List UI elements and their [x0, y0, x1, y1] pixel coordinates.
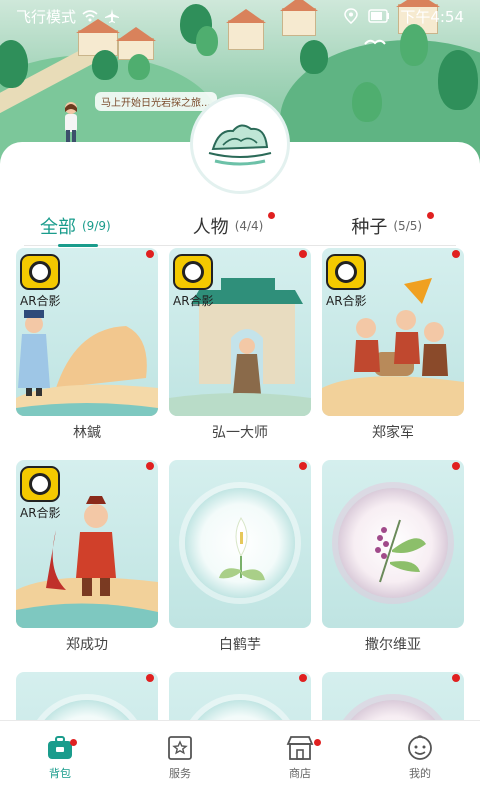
card-title: 林鍼: [73, 425, 101, 441]
card-plant[interactable]: [16, 672, 158, 720]
nav-backpack[interactable]: 背包: [0, 721, 120, 800]
category-tabs: 全部 (9/9) 人物 (4/4) 种子 (5/5): [24, 206, 456, 247]
nav-shop[interactable]: 商店: [240, 721, 360, 800]
nav-service[interactable]: 服务: [120, 721, 240, 800]
ar-photo-badge[interactable]: AR合影: [173, 254, 214, 309]
tab-seeds[interactable]: 种子 (5/5): [351, 206, 435, 246]
tree: [0, 40, 28, 88]
tab-count: (4/4): [234, 218, 264, 233]
ar-photo-badge[interactable]: AR合影: [326, 254, 367, 309]
tab-count: (5/5): [393, 218, 423, 233]
new-badge-dot: [268, 211, 276, 219]
tree: [300, 40, 328, 74]
camera-icon: [20, 466, 61, 502]
tree: [128, 54, 150, 80]
tab-label: 种子: [351, 216, 388, 238]
app-logo-badge: [190, 94, 290, 194]
wifi-icon: [82, 10, 98, 22]
ar-photo-badge[interactable]: AR合影: [20, 466, 61, 521]
tab-label: 人物: [192, 216, 229, 238]
status-bar: 飞行模式 下午4:54: [0, 0, 480, 32]
plant-glow: [338, 700, 448, 720]
salvia-illustration: [375, 519, 426, 583]
tree: [352, 82, 382, 122]
card-zheng-army[interactable]: AR合影: [322, 248, 464, 416]
card-lin-zhen[interactable]: AR合影: [16, 248, 158, 416]
new-badge-dot: [299, 674, 307, 682]
new-badge-dot: [146, 674, 154, 682]
card-title: 白鹤芋: [219, 637, 261, 653]
card-title: 郑家军: [372, 425, 414, 441]
new-badge-dot: [314, 739, 321, 746]
nav-label: 商店: [289, 767, 311, 780]
shop-icon: [286, 736, 314, 760]
card-plant[interactable]: [169, 672, 311, 720]
card-peace-lily[interactable]: [169, 460, 311, 628]
plant-glow: [32, 700, 142, 720]
tree: [92, 50, 118, 80]
service-icon: [168, 736, 192, 760]
card-title: 撒尔维亚: [365, 637, 421, 653]
new-badge-dot: [452, 462, 460, 470]
peace-lily-illustration: [219, 517, 265, 581]
nav-label: 背包: [49, 767, 71, 780]
card-zheng-chenggong[interactable]: AR合影: [16, 460, 158, 628]
card-plant[interactable]: [322, 672, 464, 720]
card-title: 弘一大师: [212, 425, 268, 441]
nav-label: 我的: [409, 767, 431, 780]
card-hongyi[interactable]: AR合影: [169, 248, 311, 416]
airplane-icon: [105, 9, 120, 23]
bottom-nav: 背包 服务 商店 我的: [0, 720, 480, 800]
clock: 下午4:54: [400, 7, 464, 26]
new-badge-dot: [452, 250, 460, 258]
camera-icon: [326, 254, 367, 290]
tab-all[interactable]: 全部 (9/9): [40, 206, 111, 247]
rock-logo-icon: [208, 124, 272, 166]
profile-icon: [408, 735, 432, 760]
tree: [438, 50, 478, 110]
bird-icon: [364, 39, 386, 45]
ar-photo-badge[interactable]: AR合影: [20, 254, 61, 309]
camera-icon: [20, 254, 61, 290]
plant-glow: [185, 700, 295, 720]
tab-label: 全部: [40, 216, 76, 238]
ar-label: AR合影: [20, 294, 61, 308]
nav-profile[interactable]: 我的: [360, 721, 480, 800]
new-badge-dot: [70, 739, 77, 746]
tab-count: (9/9): [82, 218, 111, 233]
ar-label: AR合影: [20, 506, 61, 520]
location-icon: [344, 8, 359, 24]
new-badge-dot: [146, 250, 154, 258]
new-badge-dot: [427, 211, 435, 219]
ar-label: AR合影: [326, 294, 367, 308]
new-badge-dot: [299, 250, 307, 258]
card-title: 郑成功: [66, 637, 108, 653]
backpack-sheet: 全部 (9/9) 人物 (4/4) 种子 (5/5) AR合影 AR合影 AR合…: [0, 142, 480, 720]
airplane-mode-label: 飞行模式: [16, 7, 77, 26]
speech-bubble: 马上开始日光岩探之旅...: [95, 92, 217, 111]
card-salvia[interactable]: [322, 460, 464, 628]
girl-illustration: [65, 102, 77, 142]
nav-label: 服务: [169, 767, 191, 780]
battery-icon: [368, 9, 390, 23]
tab-people[interactable]: 人物 (4/4): [192, 206, 276, 246]
camera-icon: [173, 254, 214, 290]
new-badge-dot: [299, 462, 307, 470]
new-badge-dot: [452, 674, 460, 682]
ar-label: AR合影: [173, 294, 214, 308]
new-badge-dot: [146, 462, 154, 470]
